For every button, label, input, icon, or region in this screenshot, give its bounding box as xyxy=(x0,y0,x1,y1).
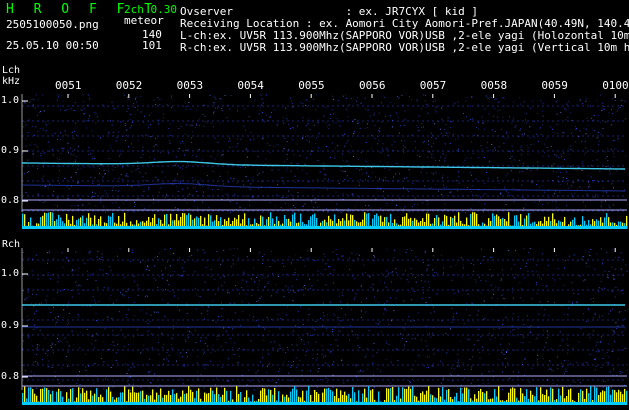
left_panel-level-base xyxy=(22,226,627,229)
right_panel-noise xyxy=(22,248,628,391)
right_panel-level-base xyxy=(22,402,627,405)
hroft-window: H R O F F T 2ch 0.30 meteor 2505100050.p… xyxy=(0,0,629,410)
spectrogram-plots xyxy=(21,94,628,405)
left_panel-noise xyxy=(22,94,628,213)
